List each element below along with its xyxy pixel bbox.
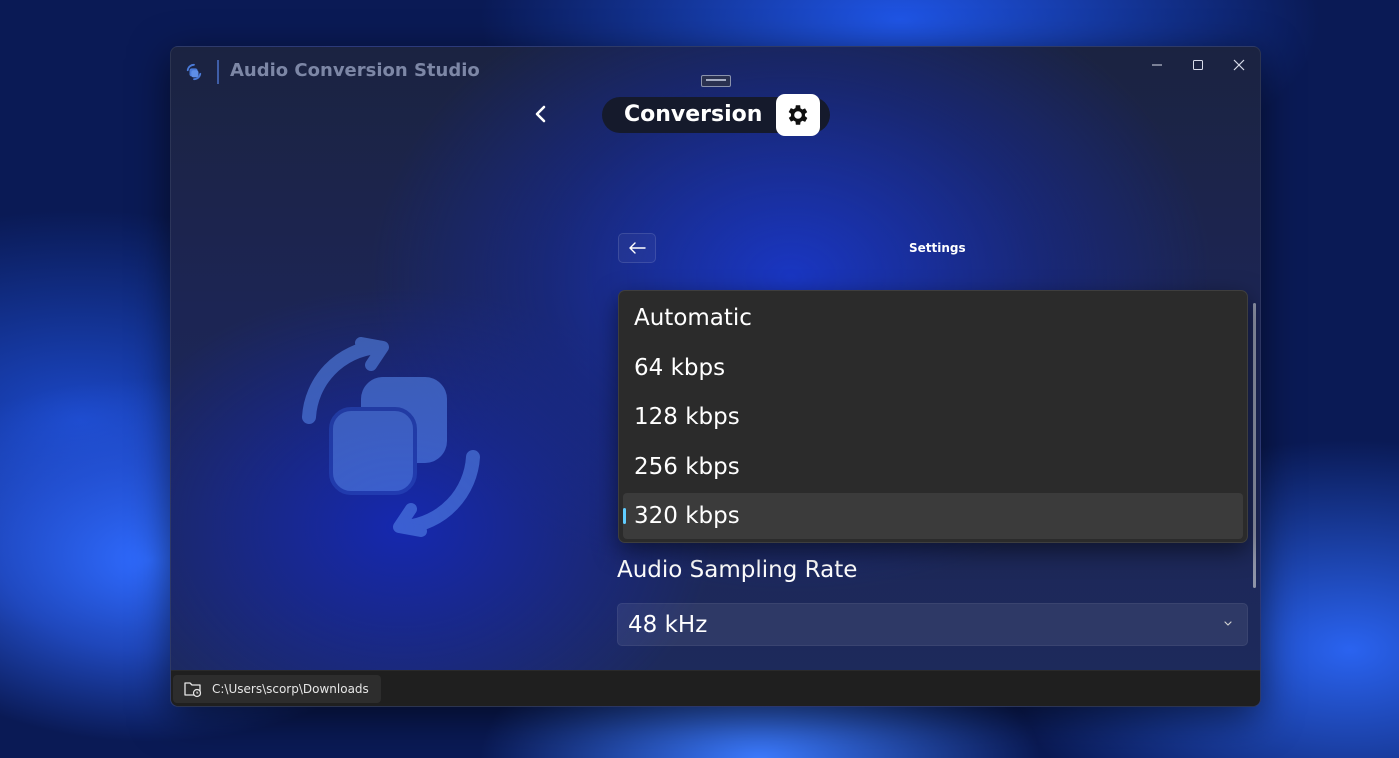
sampling-rate-label: Audio Sampling Rate: [617, 557, 858, 583]
dropdown-option[interactable]: 64 kbps: [623, 345, 1243, 391]
output-path: C:\Users\scorp\Downloads: [212, 682, 369, 696]
bitrate-dropdown-popup: Automatic 64 kbps 128 kbps 256 kbps 320 …: [618, 290, 1248, 543]
title-separator: [217, 60, 219, 84]
dropdown-option-selected[interactable]: 320 kbps: [623, 493, 1243, 539]
scrollbar[interactable]: [1253, 303, 1256, 588]
settings-title: Settings: [909, 241, 966, 255]
folder-icon: [184, 682, 202, 698]
status-bar: C:\Users\scorp\Downloads: [171, 670, 1260, 706]
drag-handle-icon[interactable]: [701, 75, 731, 87]
settings-back-button[interactable]: [618, 233, 656, 263]
option-label: 256 kbps: [634, 453, 740, 480]
mode-switch[interactable]: Conversion: [602, 94, 830, 136]
mode-label[interactable]: Conversion: [624, 102, 762, 127]
dropdown-option[interactable]: Automatic: [623, 295, 1243, 341]
dropdown-option[interactable]: 256 kbps: [623, 444, 1243, 490]
minimize-icon: [1152, 64, 1162, 66]
dropdown-option[interactable]: 128 kbps: [623, 394, 1243, 440]
close-button[interactable]: [1219, 51, 1259, 79]
maximize-icon: [1193, 60, 1203, 70]
selection-indicator: [623, 508, 626, 524]
sampling-rate-select[interactable]: 48 kHz: [617, 603, 1248, 646]
app-title: Audio Conversion Studio: [230, 60, 480, 81]
nav-back-button[interactable]: [527, 100, 555, 128]
option-label: 320 kbps: [634, 503, 740, 529]
option-label: 128 kbps: [634, 404, 740, 430]
option-label: 64 kbps: [634, 354, 726, 381]
gear-icon: [788, 105, 808, 125]
chevron-left-icon: [535, 105, 546, 123]
settings-button[interactable]: [776, 94, 820, 136]
sampling-rate-value: 48 kHz: [628, 612, 708, 638]
option-label: Automatic: [634, 305, 752, 331]
app-logo-icon: [186, 63, 202, 81]
app-window: Audio Conversion Studio Conversion Setti…: [170, 46, 1261, 707]
convert-logo-icon: [302, 337, 480, 537]
close-icon: [1233, 59, 1245, 71]
output-folder-button[interactable]: C:\Users\scorp\Downloads: [173, 675, 381, 703]
minimize-button[interactable]: [1137, 51, 1177, 79]
maximize-button[interactable]: [1178, 51, 1218, 79]
chevron-down-icon: [1224, 621, 1232, 626]
arrow-left-icon: [629, 242, 646, 254]
title-bar[interactable]: Audio Conversion Studio: [171, 47, 1260, 97]
